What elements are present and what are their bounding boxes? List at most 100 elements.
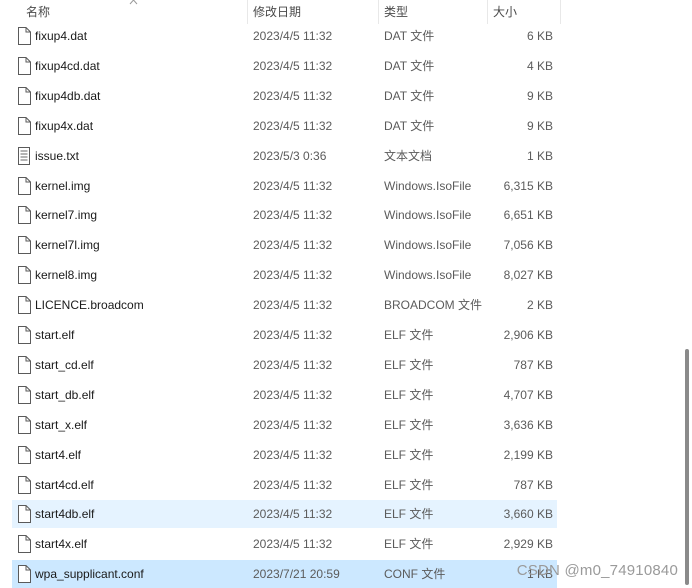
file-name: start4cd.elf bbox=[35, 477, 94, 492]
file-row[interactable]: fixup4db.dat 2023/4/5 11:32 DAT 文件 9 KB bbox=[12, 82, 557, 110]
file-size: 2,199 KB bbox=[503, 447, 553, 462]
column-header-size[interactable]: 大小 bbox=[493, 0, 517, 24]
file-row[interactable]: kernel8.img 2023/4/5 11:32 Windows.IsoFile… bbox=[12, 261, 557, 289]
scrollbar-thumb[interactable] bbox=[685, 349, 689, 585]
file-modified-date: 2023/4/5 11:32 bbox=[253, 178, 333, 193]
file-modified-date: 2023/4/5 11:32 bbox=[253, 88, 333, 103]
file-modified-date: 2023/7/21 20:59 bbox=[253, 567, 340, 582]
file-type: ELF 文件 bbox=[384, 477, 434, 492]
file-size: 6,315 KB bbox=[503, 178, 553, 193]
file-type: Windows.IsoFile bbox=[384, 208, 472, 223]
file-type: DAT 文件 bbox=[384, 29, 435, 43]
file-row[interactable]: start4db.elf 2023/4/5 11:32 ELF 文件 3,660 KB bbox=[12, 500, 557, 529]
file-modified-date: 2023/4/5 11:32 bbox=[253, 537, 333, 552]
file-size: 787 KB bbox=[513, 477, 553, 492]
file-row[interactable]: issue.txt 2023/5/3 0:36 文本文档 1 KB bbox=[12, 142, 557, 170]
file-name: start_x.elf bbox=[35, 417, 88, 432]
file-row[interactable]: wpa_supplicant.conf 2023/7/21 20:59 CONF 文… bbox=[12, 560, 557, 588]
file-type: Windows.IsoFile bbox=[384, 268, 472, 283]
file-row[interactable]: fixup4x.dat 2023/4/5 11:32 DAT 文件 9 KB bbox=[12, 112, 557, 140]
file-modified-date: 2023/4/5 11:32 bbox=[253, 238, 333, 253]
file-name: start4.elf bbox=[35, 447, 82, 462]
file-modified-date: 2023/4/5 11:32 bbox=[253, 417, 333, 432]
file-icon bbox=[17, 116, 31, 135]
file-size: 2,929 KB bbox=[503, 537, 553, 552]
sort-ascending-icon bbox=[129, 0, 138, 5]
file-icon bbox=[17, 475, 31, 494]
vertical-scrollbar[interactable] bbox=[680, 0, 692, 587]
file-size: 4,707 KB bbox=[503, 387, 553, 402]
file-modified-date: 2023/4/5 11:32 bbox=[253, 357, 333, 372]
file-row[interactable]: kernel7l.img 2023/4/5 11:32 Windows.IsoFil… bbox=[12, 231, 557, 259]
file-row[interactable]: start_db.elf 2023/4/5 11:32 ELF 文件 4,707 KB bbox=[12, 381, 557, 409]
column-divider[interactable] bbox=[378, 0, 379, 24]
file-icon bbox=[17, 535, 31, 554]
file-type: ELF 文件 bbox=[384, 387, 434, 402]
file-icon bbox=[17, 296, 31, 315]
file-row[interactable]: fixup4.dat 2023/4/5 11:32 DAT 文件 6 KB bbox=[12, 22, 557, 50]
file-size: 6 KB bbox=[526, 29, 553, 43]
file-icon bbox=[17, 176, 31, 195]
file-modified-date: 2023/4/5 11:32 bbox=[253, 58, 333, 73]
file-size: 9 KB bbox=[526, 88, 553, 103]
file-type: ELF 文件 bbox=[384, 447, 434, 462]
file-modified-date: 2023/4/5 11:32 bbox=[253, 387, 333, 402]
file-name: start_cd.elf bbox=[35, 357, 94, 372]
file-icon bbox=[17, 27, 31, 45]
file-icon bbox=[17, 565, 31, 584]
file-modified-date: 2023/5/3 0:36 bbox=[253, 148, 327, 163]
file-row[interactable]: start.elf 2023/4/5 11:32 ELF 文件 2,906 KB bbox=[12, 321, 557, 349]
file-type: DAT 文件 bbox=[384, 118, 435, 133]
file-type: Windows.IsoFile bbox=[384, 178, 472, 193]
file-type: Windows.IsoFile bbox=[384, 238, 472, 253]
column-divider[interactable] bbox=[247, 0, 248, 24]
file-type: CONF 文件 bbox=[384, 567, 446, 582]
file-size: 9 KB bbox=[526, 118, 553, 133]
column-divider[interactable] bbox=[560, 0, 561, 24]
file-row[interactable]: kernel.img 2023/4/5 11:32 Windows.IsoFile 6… bbox=[12, 172, 557, 200]
file-type: ELF 文件 bbox=[384, 507, 434, 522]
file-icon bbox=[17, 385, 31, 404]
file-size: 2 KB bbox=[526, 298, 553, 313]
file-icon bbox=[17, 445, 31, 464]
column-divider[interactable] bbox=[487, 0, 488, 24]
column-header-name[interactable]: 名称 bbox=[26, 0, 50, 24]
file-name: LICENCE.broadcom bbox=[35, 298, 144, 313]
file-size: 7,056 KB bbox=[503, 238, 553, 253]
file-name: fixup4db.dat bbox=[35, 88, 101, 103]
column-header-type[interactable]: 类型 bbox=[384, 0, 408, 24]
file-row[interactable]: fixup4cd.dat 2023/4/5 11:32 DAT 文件 4 KB bbox=[12, 52, 557, 80]
column-header-date[interactable]: 修改日期 bbox=[253, 0, 301, 24]
file-icon bbox=[17, 326, 31, 344]
file-name: start4db.elf bbox=[35, 507, 95, 522]
file-name: wpa_supplicant.conf bbox=[35, 567, 144, 582]
file-modified-date: 2023/4/5 11:32 bbox=[253, 507, 333, 522]
file-modified-date: 2023/4/5 11:32 bbox=[253, 477, 333, 492]
file-size: 8,027 KB bbox=[503, 268, 553, 283]
file-row[interactable]: start_x.elf 2023/4/5 11:32 ELF 文件 3,636 KB bbox=[12, 411, 557, 439]
file-name: kernel7.img bbox=[35, 208, 98, 223]
file-icon bbox=[17, 415, 31, 434]
file-row[interactable]: start4cd.elf 2023/4/5 11:32 ELF 文件 787 KB bbox=[12, 471, 557, 499]
file-type: ELF 文件 bbox=[384, 537, 434, 552]
text-file-icon bbox=[17, 146, 31, 165]
file-modified-date: 2023/4/5 11:32 bbox=[253, 328, 333, 342]
file-icon bbox=[17, 266, 31, 285]
file-type: 文本文档 bbox=[384, 148, 433, 163]
file-type: DAT 文件 bbox=[384, 58, 435, 73]
file-icon bbox=[17, 236, 31, 255]
file-icon bbox=[17, 505, 31, 524]
file-type: BROADCOM 文件 bbox=[384, 298, 483, 313]
file-row[interactable]: kernel7.img 2023/4/5 11:32 Windows.IsoFile… bbox=[12, 201, 557, 229]
file-row[interactable]: start4x.elf 2023/4/5 11:32 ELF 文件 2,929 KB bbox=[12, 530, 557, 558]
file-row[interactable]: start4.elf 2023/4/5 11:32 ELF 文件 2,199 KB bbox=[12, 441, 557, 469]
file-name: issue.txt bbox=[35, 148, 80, 163]
file-row[interactable]: LICENCE.broadcom 2023/4/5 11:32 BROADCOM 文… bbox=[12, 291, 557, 319]
file-row[interactable]: start_cd.elf 2023/4/5 11:32 ELF 文件 787 KB bbox=[12, 351, 557, 379]
file-size: 3,636 KB bbox=[503, 417, 553, 432]
file-modified-date: 2023/4/5 11:32 bbox=[253, 118, 333, 133]
file-modified-date: 2023/4/5 11:32 bbox=[253, 208, 333, 223]
file-size: 1 KB bbox=[526, 148, 553, 163]
file-name: kernel7l.img bbox=[35, 238, 100, 253]
file-name: fixup4x.dat bbox=[35, 118, 94, 133]
